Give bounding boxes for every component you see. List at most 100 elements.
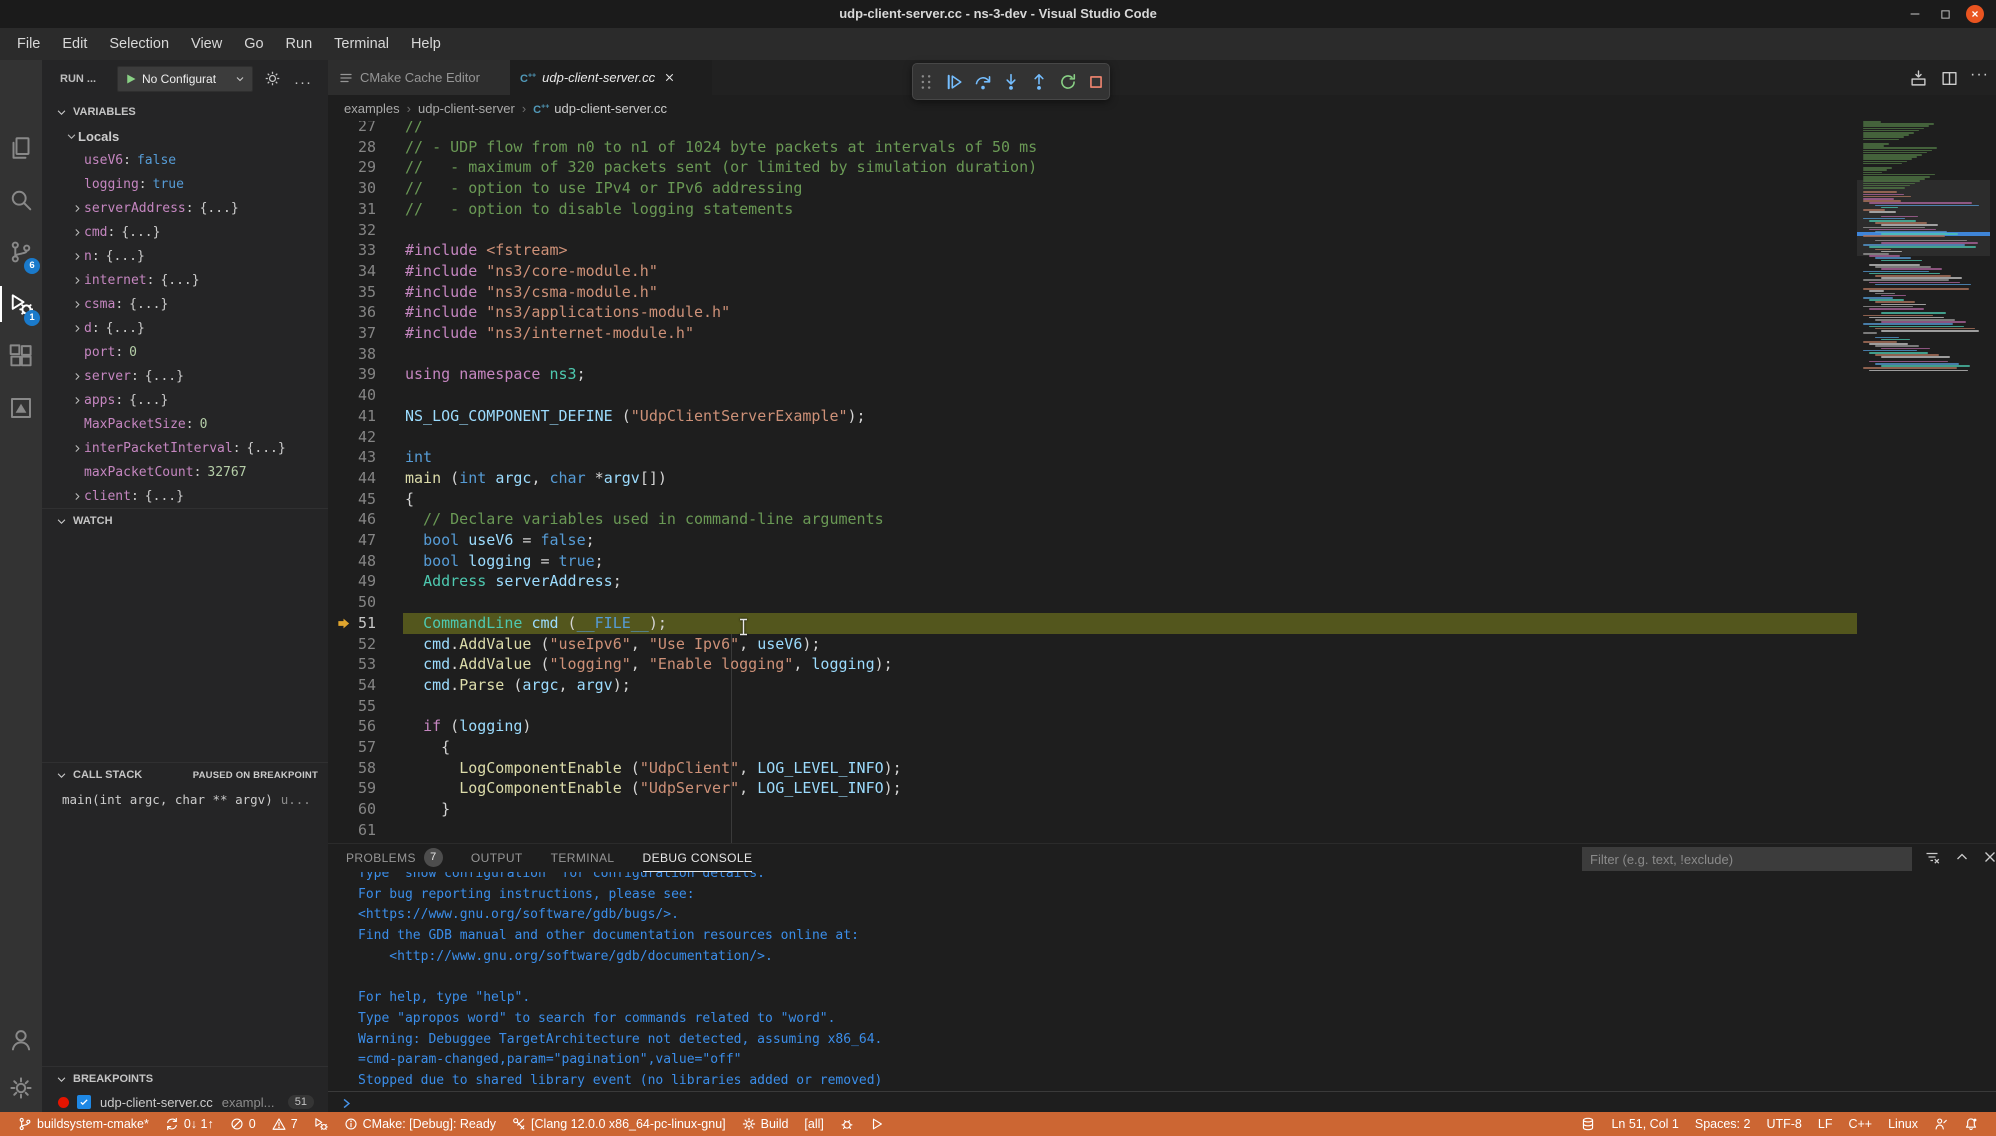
status-os[interactable]: Linux [1880, 1112, 1926, 1136]
line-number[interactable]: 31 [328, 199, 376, 220]
run-below-button[interactable] [1910, 70, 1927, 87]
code-line-56[interactable]: 56 if (logging) [328, 716, 1857, 737]
close-window-button[interactable] [1966, 5, 1984, 23]
code-line-49[interactable]: 49 Address serverAddress; [328, 571, 1857, 592]
code-line-48[interactable]: 48 bool logging = true; [328, 551, 1857, 572]
status-eol[interactable]: LF [1810, 1112, 1841, 1136]
status-sync[interactable]: 0↓ 1↑ [157, 1112, 222, 1136]
code-line-55[interactable]: 55 [328, 696, 1857, 717]
activity-extensions[interactable] [0, 332, 42, 380]
more-actions-button[interactable]: ··· [1970, 66, 1989, 84]
code-line-38[interactable]: 38 [328, 344, 1857, 365]
debug-continue-button[interactable] [941, 69, 966, 95]
code-line-30[interactable]: 30// - option to use IPv4 or IPv6 addres… [328, 178, 1857, 199]
line-number[interactable]: 28 [328, 137, 376, 158]
variable-cmd[interactable]: cmd:{...} [42, 220, 328, 244]
more-actions-icon[interactable]: ··· [294, 74, 312, 91]
debug-step-into-button[interactable] [998, 69, 1023, 95]
console-filter-input[interactable] [1582, 847, 1912, 871]
status-debug-target[interactable] [832, 1112, 862, 1136]
debug-console-input[interactable] [328, 1091, 1996, 1114]
variable-n[interactable]: n:{...} [42, 244, 328, 268]
code-line-50[interactable]: 50 [328, 592, 1857, 613]
menu-go[interactable]: Go [233, 28, 274, 60]
menu-edit[interactable]: Edit [51, 28, 98, 60]
activity-explorer[interactable] [0, 124, 42, 172]
variable-maxPacketCount[interactable]: maxPacketCount:32767 [42, 460, 328, 484]
line-number[interactable]: 46 [328, 509, 376, 530]
close-panel-icon[interactable] [1982, 849, 1996, 865]
line-number[interactable]: 35 [328, 282, 376, 303]
code-line-47[interactable]: 47 bool useV6 = false; [328, 530, 1857, 551]
breakpoint-row[interactable]: udp-client-server.cc exampl... 51 [42, 1090, 328, 1112]
status-server[interactable] [1573, 1112, 1603, 1136]
line-number[interactable]: 43 [328, 447, 376, 468]
locals-scope-row[interactable]: Locals [42, 124, 328, 148]
status-cursor-position[interactable]: Ln 51, Col 1 [1603, 1112, 1686, 1136]
tab-cmake-cache-editor[interactable]: CMake Cache Editor [328, 60, 510, 95]
code-line-61[interactable]: 61 [328, 820, 1857, 841]
status-warnings[interactable]: 7 [264, 1112, 306, 1136]
line-number[interactable]: 52 [328, 634, 376, 655]
line-number[interactable]: 37 [328, 323, 376, 344]
status-language[interactable]: C++ [1840, 1112, 1880, 1136]
call-stack-section-header[interactable]: CALL STACK PAUSED ON BREAKPOINT [42, 762, 328, 787]
code-line-41[interactable]: 41NS_LOG_COMPONENT_DEFINE ("UdpClientSer… [328, 406, 1857, 427]
code-line-37[interactable]: 37#include "ns3/internet-module.h" [328, 323, 1857, 344]
code-line-51[interactable]: 51 CommandLine cmd (__FILE__); [328, 613, 1857, 634]
variables-section-header[interactable]: VARIABLES [42, 100, 328, 124]
code-line-57[interactable]: 57 { [328, 737, 1857, 758]
menu-run[interactable]: Run [275, 28, 324, 60]
code-line-59[interactable]: 59 LogComponentEnable ("UdpServer", LOG_… [328, 778, 1857, 799]
line-number[interactable]: 44 [328, 468, 376, 489]
code-line-33[interactable]: 33#include <fstream> [328, 240, 1857, 261]
menu-selection[interactable]: Selection [98, 28, 180, 60]
line-number[interactable]: 53 [328, 654, 376, 675]
variable-serverAddress[interactable]: serverAddress:{...} [42, 196, 328, 220]
line-number[interactable]: 55 [328, 696, 376, 717]
code-line-58[interactable]: 58 LogComponentEnable ("UdpClient", LOG_… [328, 758, 1857, 779]
line-number[interactable]: 59 [328, 778, 376, 799]
debug-drag-handle[interactable] [913, 69, 938, 95]
line-number[interactable]: 33 [328, 240, 376, 261]
status-indentation[interactable]: Spaces: 2 [1687, 1112, 1759, 1136]
status-cmake[interactable]: CMake: [Debug]: Ready [336, 1112, 504, 1136]
variable-internet[interactable]: internet:{...} [42, 268, 328, 292]
breakpoint-checkbox[interactable] [77, 1095, 91, 1109]
line-number[interactable]: 27 [328, 121, 376, 137]
line-number[interactable]: 45 [328, 489, 376, 510]
panel-tab-terminal[interactable]: TERMINAL [551, 844, 615, 871]
menu-help[interactable]: Help [400, 28, 452, 60]
status-encoding[interactable]: UTF-8 [1758, 1112, 1809, 1136]
activity-cmake[interactable] [0, 384, 42, 432]
status-launch[interactable] [862, 1112, 892, 1136]
line-number[interactable]: 57 [328, 737, 376, 758]
menu-view[interactable]: View [180, 28, 233, 60]
code-line-54[interactable]: 54 cmd.Parse (argc, argv); [328, 675, 1857, 696]
code-line-43[interactable]: 43int [328, 447, 1857, 468]
status-build[interactable]: Build [734, 1112, 797, 1136]
tab-udp-client-server-cc[interactable]: C++udp-client-server.cc [510, 60, 712, 95]
code-line-34[interactable]: 34#include "ns3/core-module.h" [328, 261, 1857, 282]
status-errors[interactable]: 0 [222, 1112, 264, 1136]
status-notifications[interactable] [1956, 1112, 1986, 1136]
code-line-52[interactable]: 52 cmd.AddValue ("useIpv6", "Use Ipv6", … [328, 634, 1857, 655]
close-tab-icon[interactable] [663, 71, 676, 84]
line-number[interactable]: 48 [328, 551, 376, 572]
line-number[interactable]: 60 [328, 799, 376, 820]
variable-logging[interactable]: logging:true [42, 172, 328, 196]
panel-tab-debug-console[interactable]: DEBUG CONSOLE [643, 844, 753, 872]
split-editor-button[interactable] [1941, 70, 1958, 87]
panel-tab-problems[interactable]: PROBLEMS7 [346, 844, 443, 871]
activity-accounts[interactable] [0, 1016, 42, 1064]
code-line-42[interactable]: 42 [328, 427, 1857, 448]
line-number[interactable]: 58 [328, 758, 376, 779]
maximize-panel-icon[interactable] [1954, 849, 1970, 865]
code-line-40[interactable]: 40 [328, 385, 1857, 406]
status-debug[interactable] [306, 1112, 336, 1136]
panel-tab-output[interactable]: OUTPUT [471, 844, 523, 871]
activity-settings[interactable] [0, 1064, 42, 1112]
debug-step-over-button[interactable] [970, 69, 995, 95]
line-number[interactable]: 34 [328, 261, 376, 282]
line-number[interactable]: 29 [328, 157, 376, 178]
